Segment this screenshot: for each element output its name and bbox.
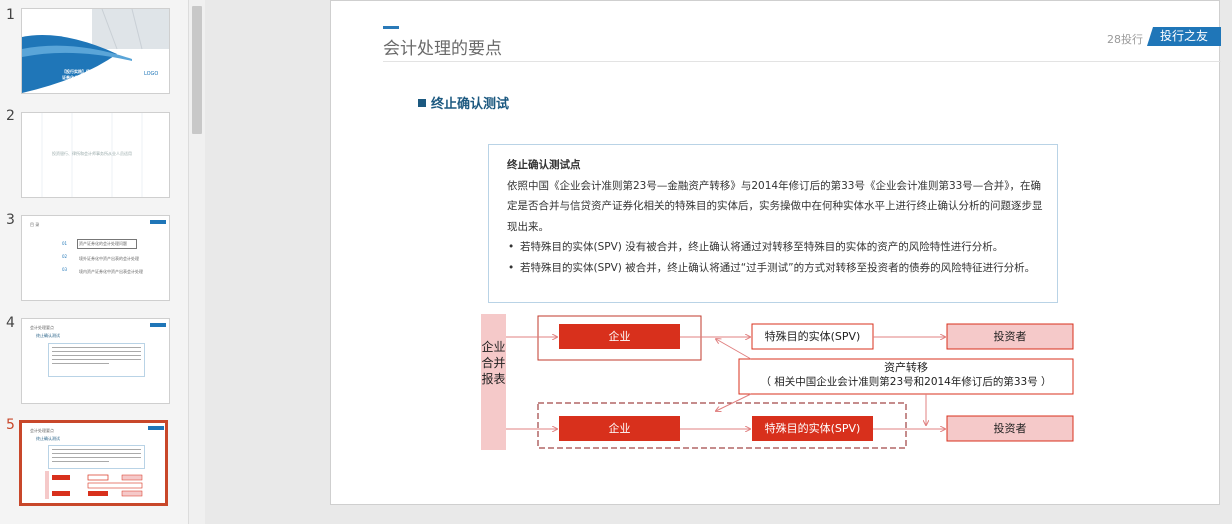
thumb5-title: 会计处理要点 <box>30 428 54 433</box>
thumb2-text: 投资银行、律所和会计师事务所从业人员适用 <box>52 151 132 156</box>
thumb3-item3: 境内资产证券化中资产出表会计处理 <box>79 269 143 274</box>
thumb5-brand <box>148 426 164 430</box>
thumb3-title: 目 录 <box>30 222 40 227</box>
thumb4-textbox <box>48 343 145 377</box>
investor-top-label: 投资者 <box>993 330 1027 343</box>
arrow-transfer-up <box>716 339 752 360</box>
slide-number-2: 2 <box>6 108 15 124</box>
scrollbar-thumb[interactable] <box>192 6 202 134</box>
thumb5-diagram <box>45 471 143 499</box>
cover-logo: LOGO <box>144 71 159 77</box>
slide-thumbnail-5[interactable]: 会计处理要点 终止确认测试 <box>19 420 168 506</box>
thumb3-item2: 境外证券化中资产出表的会计处理 <box>79 256 139 261</box>
thumbnail-scrollbar[interactable] <box>188 0 205 524</box>
transfer-note: （ 相关中国企业会计准则第23号和2014年修订后的第33号 ） <box>760 376 1052 388</box>
slide-number-3: 3 <box>6 212 15 228</box>
spv-top-label: 特殊目的实体(SPV) <box>764 330 861 343</box>
spv-bottom-label: 特殊目的实体(SPV) <box>764 422 861 435</box>
thumb5-textbox <box>48 445 145 469</box>
thumb5-heading: 终止确认测试 <box>36 436 60 441</box>
slide-number-5: 5 <box>6 417 15 433</box>
slide-number-1: 1 <box>6 7 15 23</box>
consolidated-statement-label: 企业合并报表 <box>481 340 506 386</box>
thumb3-num2: 02 <box>62 254 68 259</box>
slide-thumbnail-3[interactable]: 目 录 01 资产证券化的会计处理问题 02 境外证券化中资产出表的会计处理 0… <box>21 215 170 301</box>
transfer-label: 资产转移 <box>884 361 928 374</box>
slide-thumbnail-2[interactable]: 投资银行、律所和会计师事务所从业人员适用 <box>21 112 170 198</box>
slide-thumbnail-pane: 1 【投行实践】债权金融资产 证券化会计处理 LOGO 2 投资银行、律所和会计… <box>0 0 188 524</box>
slide-thumbnail-1[interactable]: 【投行实践】债权金融资产 证券化会计处理 LOGO <box>21 8 170 94</box>
enterprise-bottom-label: 企业 <box>608 422 631 435</box>
investor-bottom-label: 投资者 <box>993 422 1027 435</box>
thumb3-brand <box>150 220 166 224</box>
thumb3-item1: 资产证券化的会计处理问题 <box>79 241 127 246</box>
cover-title-line2: 证券化会计处理 <box>62 75 90 80</box>
cover-graphic <box>22 9 169 93</box>
enterprise-top-label: 企业 <box>608 330 631 343</box>
slide-canvas[interactable]: 会计处理的要点 28投行 投行之友 终止确认测试 终止确认测试点 依照中国《企业… <box>330 0 1221 505</box>
slide-number-4: 4 <box>6 315 15 331</box>
thumb4-title: 会计处理要点 <box>30 325 54 330</box>
thumb3-num1: 01 <box>62 241 68 246</box>
thumb4-brand <box>150 323 166 327</box>
thumb3-num3: 03 <box>62 267 68 272</box>
slide-thumbnail-4[interactable]: 会计处理要点 终止确认测试 <box>21 318 170 404</box>
thumb4-heading: 终止确认测试 <box>36 333 60 338</box>
